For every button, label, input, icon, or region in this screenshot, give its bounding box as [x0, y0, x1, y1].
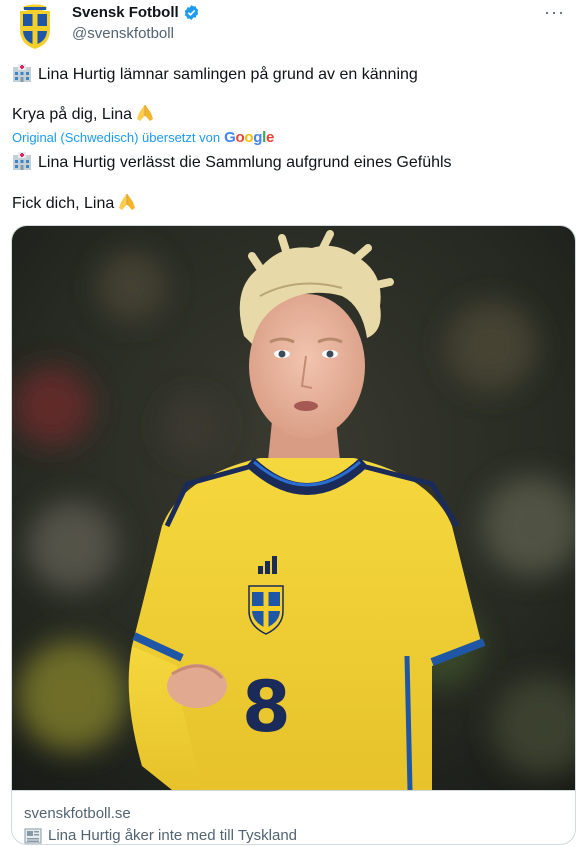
folded-hands-emoji-icon: [119, 194, 136, 210]
tweet-text-translated-1: Lina Hurtig verlässt die Sammlung aufgru…: [38, 154, 452, 171]
tweet-text-line-2: Krya på dig, Lina: [12, 104, 154, 124]
jersey-number: 8: [242, 666, 291, 748]
link-domain[interactable]: svenskfotboll.se: [24, 805, 131, 822]
google-logo: Google: [224, 129, 275, 146]
link-title-row[interactable]: Lina Hurtig åker inte med till Tyskland: [24, 827, 297, 844]
tweet-text-line-1: Lina Hurtig lämnar samlingen på grund av…: [12, 64, 418, 84]
more-options-icon[interactable]: ···: [544, 2, 565, 23]
translation-note-text: Original (Schwedisch) übersetzt von: [12, 130, 221, 145]
link-card-footer[interactable]: svenskfotboll.se Lina Hurtig åker inte m…: [12, 790, 575, 844]
tweet-header: Svensk Fotboll @svenskfotboll ···: [0, 0, 581, 56]
svensk-fotboll-crest-avatar[interactable]: [14, 2, 56, 50]
link-preview-card[interactable]: 8 svenskfotboll.se Lina Hurtig åker inte…: [11, 225, 576, 845]
author-display-name[interactable]: Svensk Fotboll: [72, 4, 179, 21]
folded-hands-emoji-icon: [137, 105, 154, 121]
player-photo[interactable]: 8: [12, 226, 576, 790]
tweet-text-original-1: Lina Hurtig lämnar samlingen på grund av…: [38, 66, 418, 83]
author-name-row: Svensk Fotboll: [72, 4, 200, 21]
verified-badge-icon: [184, 5, 198, 20]
tweet-text-translated-2: Fick dich, Lina: [12, 195, 115, 212]
tweet-translated-line-2: Fick dich, Lina: [12, 193, 136, 213]
author-handle[interactable]: @svenskfotboll: [72, 25, 174, 42]
newspaper-emoji-icon: [24, 828, 42, 843]
tweet-text-original-2: Krya på dig, Lina: [12, 106, 133, 123]
tweet-translated-line-1: Lina Hurtig verlässt die Sammlung aufgru…: [12, 152, 452, 172]
translation-note[interactable]: Original (Schwedisch) übersetzt von Goog…: [12, 129, 274, 146]
hospital-emoji-icon: [13, 64, 31, 82]
link-title: Lina Hurtig åker inte med till Tyskland: [48, 827, 298, 844]
hospital-emoji-icon: [13, 152, 31, 170]
